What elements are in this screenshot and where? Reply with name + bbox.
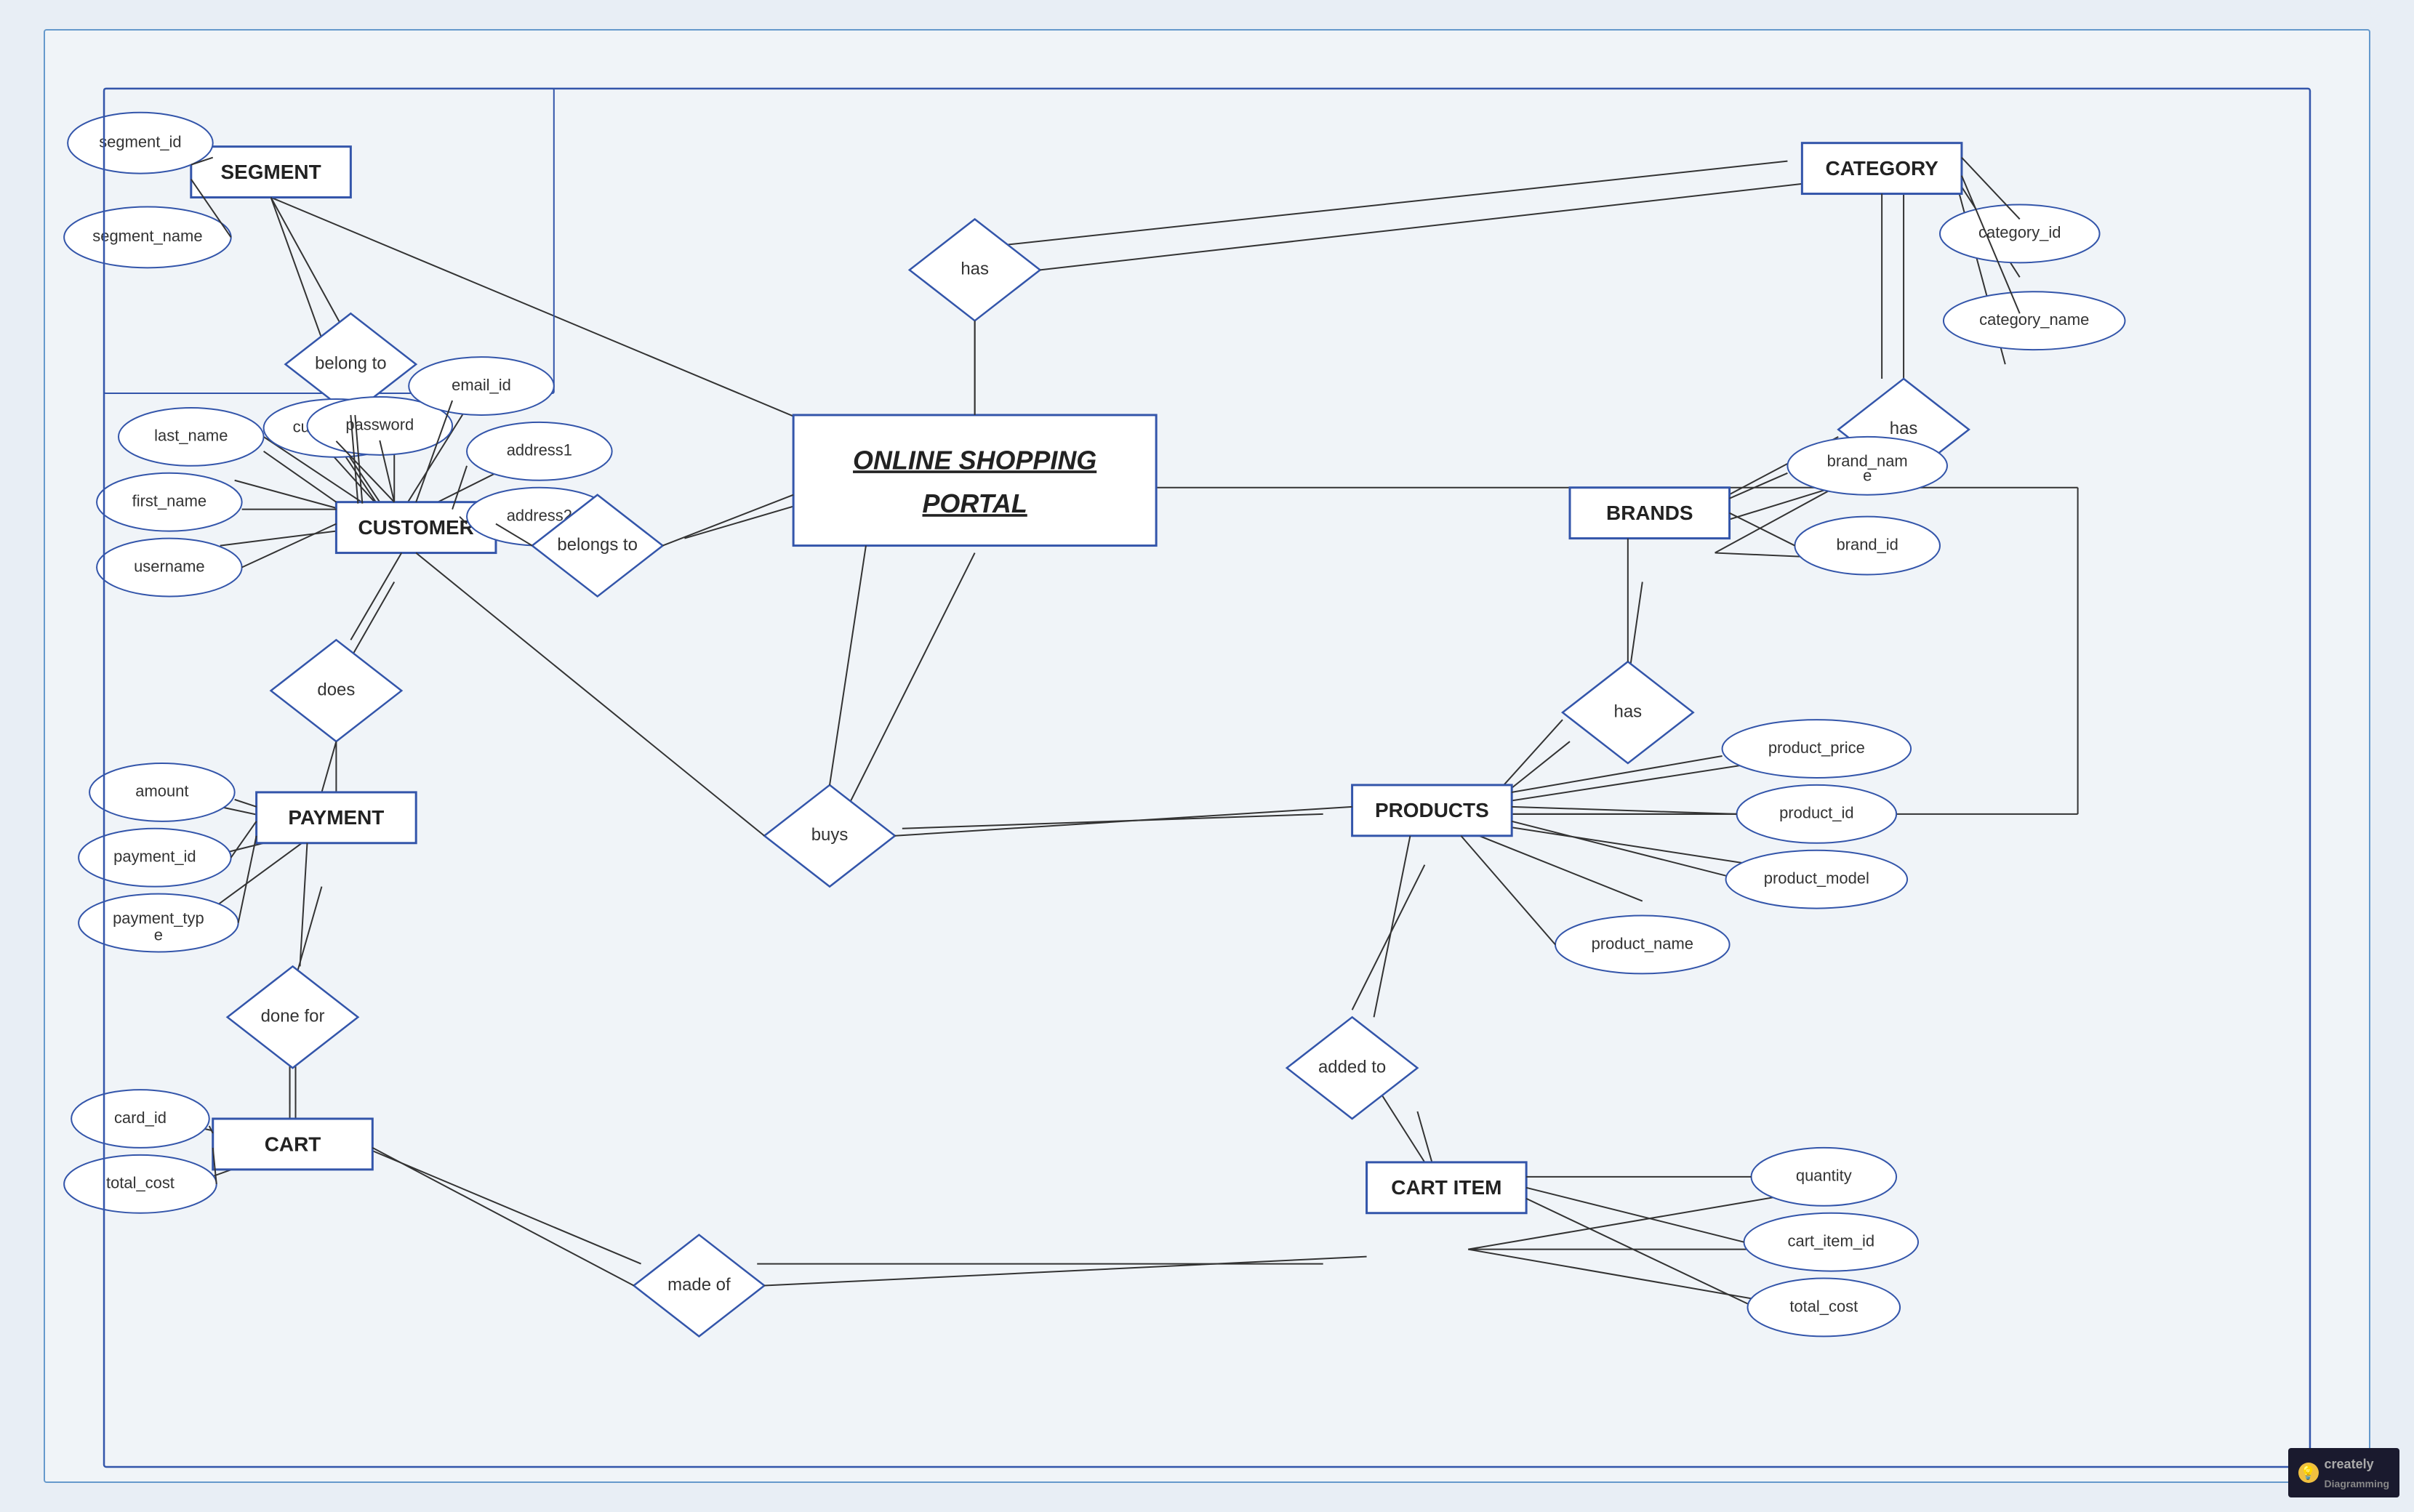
attr-total-cost-item-label: total_cost xyxy=(1789,1297,1858,1315)
customer-label: CUSTOMER xyxy=(358,516,474,539)
attr-segment-id-label: segment_id xyxy=(99,132,181,150)
diamond-done-for-label: done for xyxy=(261,1007,325,1026)
attr-total-cost-cart-label: total_cost xyxy=(106,1174,175,1192)
diamond-has-brands-label: has xyxy=(1614,701,1643,721)
attr-email-id-label: email_id xyxy=(452,376,511,394)
attr-segment-name-label: segment_name xyxy=(92,227,202,245)
attr-brand-id-label: brand_id xyxy=(1836,535,1898,553)
watermark-text: createlyDiagramming xyxy=(2325,1454,2389,1492)
attr-payment-type-label2: e xyxy=(154,925,163,944)
diamond-belongs-to-label: belongs to xyxy=(557,535,637,555)
diamond-buys-label: buys xyxy=(811,825,849,845)
diagram-container: SEGMENT segment_id segment_name belong t… xyxy=(44,29,2370,1483)
attr-last-name-label: last_name xyxy=(154,427,228,445)
portal-title-box xyxy=(793,415,1156,546)
attr-category-name-label: category_name xyxy=(1979,310,2089,329)
diamond-added-to-label: added to xyxy=(1318,1057,1386,1077)
diamond-has-top-label: has xyxy=(961,260,989,279)
attr-product-name-label: product_name xyxy=(1592,934,1693,952)
attr-card-id-label: card_id xyxy=(114,1109,167,1127)
attr-username-label: username xyxy=(134,557,205,575)
diamond-does-label: does xyxy=(317,680,355,700)
attr-product-model-label: product_model xyxy=(1764,869,1869,887)
portal-title: ONLINE SHOPPING xyxy=(853,445,1096,475)
attr-cart-item-id-label: cart_item_id xyxy=(1788,1231,1875,1250)
cart-label: CART xyxy=(265,1133,321,1155)
payment-label: PAYMENT xyxy=(288,806,384,829)
cart-item-label: CART ITEM xyxy=(1391,1176,1501,1199)
category-label: CATEGORY xyxy=(1826,157,1939,180)
attr-first-name-label: first_name xyxy=(132,491,206,510)
watermark: 💡 createlyDiagramming xyxy=(2288,1448,2399,1497)
attr-product-price-label: product_price xyxy=(1768,739,1865,757)
products-label: PRODUCTS xyxy=(1375,799,1489,821)
attr-payment-id-label: payment_id xyxy=(113,848,196,866)
diamond-belong-to-label: belong to xyxy=(315,353,387,373)
attr-category-id-label: category_id xyxy=(1978,223,2061,241)
watermark-icon: 💡 xyxy=(2298,1463,2319,1483)
segment-label: SEGMENT xyxy=(221,161,321,183)
attr-product-id-label: product_id xyxy=(1779,804,1853,822)
attr-brand-name-label2: e xyxy=(1863,467,1872,485)
attr-amount-label: amount xyxy=(135,782,188,800)
attr-payment-type-label: payment_typ xyxy=(113,909,204,927)
diamond-made-of-label: made of xyxy=(667,1275,731,1295)
attr-quantity-label: quantity xyxy=(1796,1167,1852,1185)
portal-title2: PORTAL xyxy=(922,488,1027,518)
brands-label: BRANDS xyxy=(1606,502,1693,524)
diamond-has-category-label: has xyxy=(1890,419,1918,438)
attr-address1-label: address1 xyxy=(507,441,572,459)
